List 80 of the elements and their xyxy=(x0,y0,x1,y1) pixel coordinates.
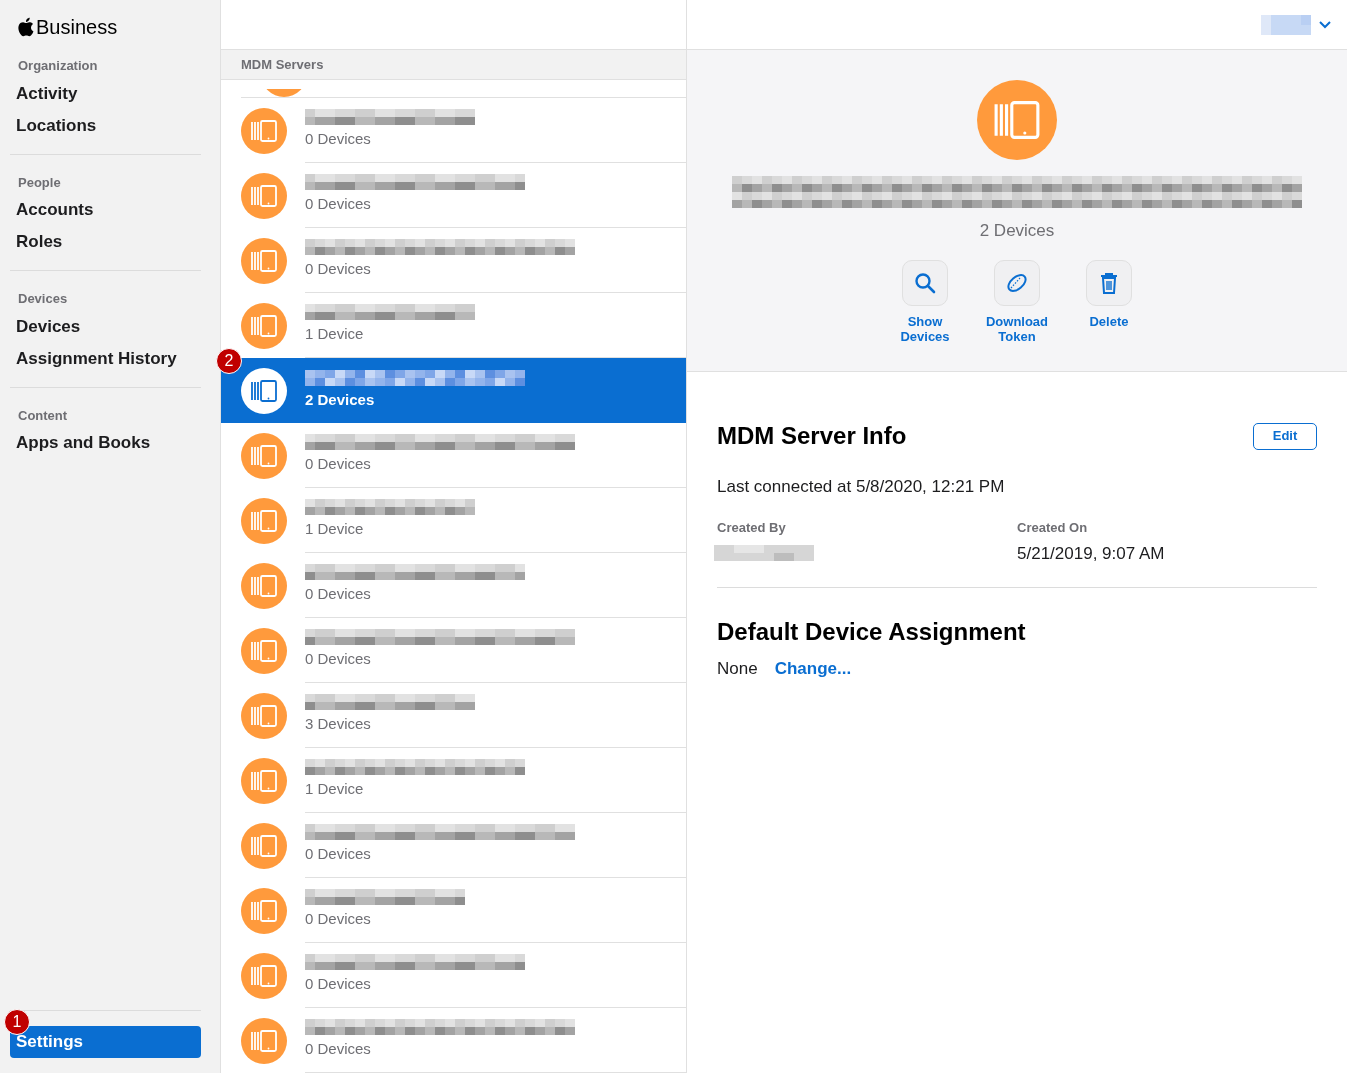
sidebar-item[interactable]: Assignment History xyxy=(10,342,201,375)
server-row[interactable]: 0 Devices xyxy=(221,618,686,683)
tablets-icon xyxy=(241,172,287,219)
action-label: Show Devices xyxy=(899,313,951,344)
device-count: 0 Devices xyxy=(305,129,372,150)
trash-icon xyxy=(1099,271,1119,294)
section-title: Content xyxy=(17,406,69,425)
apple-logo-icon xyxy=(17,17,34,37)
tablets-icon xyxy=(241,432,287,479)
sidebar-item[interactable]: Locations xyxy=(10,109,201,142)
section-title: People xyxy=(17,173,62,192)
field-label: Created By xyxy=(717,518,787,537)
field-label: Created On xyxy=(1017,518,1089,537)
server-row[interactable]: 0 Devices xyxy=(221,553,686,618)
server-row[interactable]: 0 Devices xyxy=(221,943,686,1008)
server-row[interactable]: 1 Device xyxy=(221,748,686,813)
server-row[interactable]: 0 Devices xyxy=(221,163,686,228)
device-count: 0 Devices xyxy=(305,909,372,930)
section-title: Organization xyxy=(17,57,99,75)
tablets-icon xyxy=(241,107,287,154)
section-heading: MDM Server Info xyxy=(717,421,907,451)
edit-button[interactable]: Edit xyxy=(1253,422,1317,450)
pixelated-account-drawing xyxy=(1261,14,1311,35)
device-count: 0 Devices xyxy=(305,844,372,865)
action-label: Download Token xyxy=(984,313,1050,344)
device-count: 0 Devices xyxy=(305,974,372,995)
change-link[interactable]: Change... xyxy=(774,655,852,681)
assignment-value: None xyxy=(717,657,758,680)
action-button[interactable]: Show Devices xyxy=(895,259,955,344)
sidebar-item[interactable]: Accounts xyxy=(10,194,201,226)
section-heading: Default Device Assignment xyxy=(717,616,1027,647)
device-count: 3 Devices xyxy=(305,714,372,735)
sidebar-item[interactable]: Settings xyxy=(10,1026,201,1058)
tablets-icon xyxy=(241,692,287,739)
server-row[interactable]: 0 Devices xyxy=(221,1008,686,1073)
device-count: 0 Devices xyxy=(305,194,372,215)
search-icon xyxy=(914,271,936,294)
server-row[interactable]: 1 Device xyxy=(221,488,686,553)
device-count: 0 Devices xyxy=(305,649,372,670)
tablets-icon xyxy=(977,80,1057,160)
tablets-icon xyxy=(241,237,287,284)
tablets-icon xyxy=(241,757,287,804)
step-marker: 1 xyxy=(4,1009,30,1035)
sidebar-item[interactable]: Apps and Books xyxy=(10,427,210,459)
chevron-down-icon[interactable] xyxy=(1319,20,1331,29)
sidebar-item[interactable]: Roles xyxy=(10,226,201,258)
section-title: Devices xyxy=(17,290,69,308)
server-row[interactable]: 0 Devices xyxy=(221,878,686,943)
server-row[interactable]: 0 Devices xyxy=(221,98,686,163)
brand-name: Business xyxy=(36,15,118,40)
server-row[interactable]: 0 Devices xyxy=(221,423,686,488)
device-count: 1 Device xyxy=(305,324,365,345)
list-header: MDM Servers xyxy=(221,50,686,80)
device-count: 1 Device xyxy=(305,779,365,800)
device-count: 0 Devices xyxy=(305,584,372,605)
sidebar-item[interactable]: Devices xyxy=(10,310,201,343)
action-button[interactable]: Delete xyxy=(1079,259,1139,344)
tablets-icon xyxy=(241,627,287,674)
last-connected-text: Last connected at 5/8/2020, 12:21 PM xyxy=(717,476,1006,498)
device-count: 0 Devices xyxy=(305,1039,372,1060)
tablets-icon xyxy=(241,952,287,999)
server-row[interactable]: 3 Devices xyxy=(221,683,686,748)
device-count: 0 Devices xyxy=(305,454,372,475)
tablets-icon xyxy=(241,822,287,869)
sidebar-item[interactable]: Activity xyxy=(10,77,201,110)
server-row[interactable]: 0 Devices xyxy=(221,228,686,293)
device-count: 2 Devices xyxy=(979,220,1055,242)
action-label: Delete xyxy=(1088,313,1130,329)
tablets-icon xyxy=(241,497,287,544)
server-row[interactable]: 0 Devices xyxy=(221,813,686,878)
tablets-icon xyxy=(241,562,287,609)
device-count: 0 Devices xyxy=(305,259,372,280)
device-count: 2 Devices xyxy=(305,389,376,410)
device-count: 1 Device xyxy=(305,519,365,540)
action-button[interactable]: Download Token xyxy=(987,259,1047,344)
tablets-icon xyxy=(241,1017,287,1064)
tablets-icon xyxy=(241,302,287,349)
tablets-icon xyxy=(241,887,287,934)
tablets-icon xyxy=(241,367,287,414)
created-on-value: 5/21/2019, 9:07 AM xyxy=(1017,543,1166,565)
